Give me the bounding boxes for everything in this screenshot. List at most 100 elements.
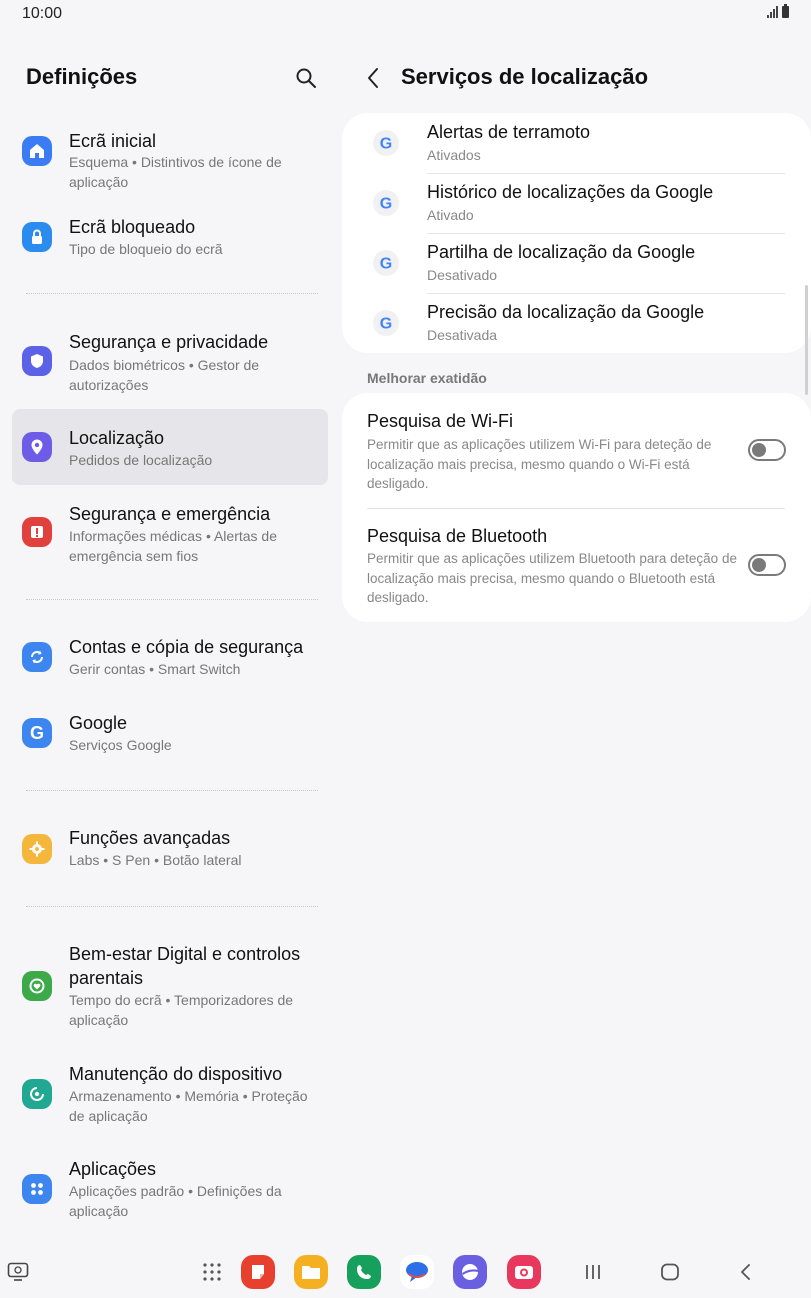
svg-text:G: G xyxy=(380,136,392,153)
location-pin-icon xyxy=(22,432,52,462)
list-item-status: Desativada xyxy=(427,327,498,343)
wifi-scanning-toggle[interactable] xyxy=(748,439,786,461)
menu-item-subtitle: Tempo do ecrã • Temporizadores de aplica… xyxy=(69,992,294,1028)
menu-item-title: Google xyxy=(69,713,128,733)
google-g-icon: G xyxy=(373,310,399,336)
settings-title: Definições xyxy=(26,64,138,89)
shield-icon xyxy=(22,346,52,376)
list-item-location-history[interactable]: G Histórico de localizações da Google At… xyxy=(342,173,811,233)
svg-text:G: G xyxy=(380,316,392,333)
menu-item-home-screen[interactable]: Ecrã inicial Esquema • Distintivos de íc… xyxy=(12,118,328,198)
menu-item-subtitle: Esquema • Distintivos de ícone de aplica… xyxy=(69,154,282,190)
list-item-status: Ativado xyxy=(427,207,474,223)
toggle-knob xyxy=(752,558,766,572)
bluetooth-scanning-toggle[interactable] xyxy=(748,554,786,576)
divider xyxy=(26,599,318,600)
menu-item-subtitle: Aplicações padrão • Definições da aplica… xyxy=(69,1183,282,1219)
back-button-icon[interactable] xyxy=(737,1263,755,1281)
navigation-bar xyxy=(0,1245,811,1298)
gear-plus-icon xyxy=(22,834,52,864)
wellbeing-icon xyxy=(22,971,52,1001)
menu-item-title: Aplicações xyxy=(69,1159,157,1179)
internet-app-icon[interactable] xyxy=(453,1255,487,1289)
divider xyxy=(26,906,318,907)
svg-text:G: G xyxy=(380,256,392,273)
improve-accuracy-card: Pesquisa de Wi-Fi Permitir que as aplica… xyxy=(342,393,811,622)
google-g-icon: G xyxy=(373,190,399,216)
menu-item-subtitle: Gerir contas • Smart Switch xyxy=(69,661,241,677)
menu-item-subtitle: Serviços Google xyxy=(69,737,172,753)
back-arrow-icon[interactable] xyxy=(362,66,386,90)
app-drawer-icon[interactable] xyxy=(202,1262,222,1282)
divider xyxy=(26,293,318,294)
signal-icon xyxy=(767,6,778,18)
menu-item-google[interactable]: G Google Serviços Google xyxy=(12,706,328,766)
separator xyxy=(367,508,785,509)
toggle-item-title: Pesquisa de Bluetooth xyxy=(367,526,548,546)
search-icon[interactable] xyxy=(294,66,318,90)
menu-item-device-care[interactable]: Manutenção do dispositivo Armazenamento … xyxy=(12,1058,328,1138)
menu-item-title: Bem-estar Digital e controlos parentais xyxy=(69,944,301,988)
menu-item-title: Localização xyxy=(69,428,165,448)
toggle-item-description: Permitir que as aplicações utilizem Blue… xyxy=(367,551,737,605)
list-item-title: Precisão da localização da Google xyxy=(427,302,705,322)
device-care-icon xyxy=(22,1079,52,1109)
my-files-app-icon[interactable] xyxy=(294,1255,328,1289)
status-icons xyxy=(767,4,789,18)
list-item-title: Partilha de localização da Google xyxy=(427,242,696,262)
google-services-card: G Alertas de terramoto Ativados G Histór… xyxy=(342,113,811,353)
menu-item-title: Segurança e privacidade xyxy=(69,332,269,352)
phone-app-icon[interactable] xyxy=(347,1255,381,1289)
list-item-earthquake-alerts[interactable]: G Alertas de terramoto Ativados xyxy=(342,113,811,173)
menu-item-title: Funções avançadas xyxy=(69,828,231,848)
list-item-status: Desativado xyxy=(427,267,498,283)
scrollbar[interactable] xyxy=(805,285,808,395)
menu-item-subtitle: Dados biométricos • Gestor de autorizaçõ… xyxy=(69,357,260,393)
svg-text:G: G xyxy=(380,196,392,213)
recent-apps-panel-icon[interactable] xyxy=(7,1262,29,1282)
messages-app-icon[interactable] xyxy=(400,1255,434,1289)
list-item-title: Histórico de localizações da Google xyxy=(427,182,714,202)
notes-app-icon[interactable] xyxy=(241,1255,275,1289)
menu-item-subtitle: Tipo de bloqueio do ecrã xyxy=(69,241,223,257)
divider xyxy=(26,790,318,791)
google-icon: G xyxy=(22,718,52,748)
menu-item-title: Manutenção do dispositivo xyxy=(69,1064,283,1084)
menu-item-subtitle: Pedidos de localização xyxy=(69,452,213,468)
camera-app-icon[interactable] xyxy=(507,1255,541,1289)
toggle-item-title: Pesquisa de Wi-Fi xyxy=(367,411,514,431)
battery-icon xyxy=(782,4,789,18)
toggle-item-description: Permitir que as aplicações utilizem Wi-F… xyxy=(367,437,712,491)
list-item-location-sharing[interactable]: G Partilha de localização da Google Desa… xyxy=(342,233,811,293)
menu-item-title: Ecrã bloqueado xyxy=(69,217,196,237)
menu-item-subtitle: Armazenamento • Memória • Proteção de ap… xyxy=(69,1088,308,1124)
sync-icon xyxy=(22,642,52,672)
list-item-location-accuracy[interactable]: G Precisão da localização da Google Desa… xyxy=(342,293,811,353)
menu-item-title: Segurança e emergência xyxy=(69,504,271,524)
status-time: 10:00 xyxy=(22,5,63,22)
menu-item-title: Ecrã inicial xyxy=(69,131,157,151)
menu-item-advanced-features[interactable]: Funções avançadas Labs • S Pen • Botão l… xyxy=(12,821,328,881)
menu-item-subtitle: Labs • S Pen • Botão lateral xyxy=(69,852,242,868)
home-button-icon[interactable] xyxy=(660,1263,680,1281)
google-g-icon: G xyxy=(373,250,399,276)
menu-item-safety-emergency[interactable]: Segurança e emergência Informações médic… xyxy=(12,496,328,576)
menu-item-accounts-backup[interactable]: Contas e cópia de segurança Gerir contas… xyxy=(12,630,328,690)
lock-icon xyxy=(22,222,52,252)
menu-item-subtitle: Informações médicas • Alertas de emergên… xyxy=(69,528,277,564)
recents-button-icon[interactable] xyxy=(584,1263,602,1281)
menu-item-title: Contas e cópia de segurança xyxy=(69,637,304,657)
menu-item-lock-screen[interactable]: Ecrã bloqueado Tipo de bloqueio do ecrã xyxy=(12,210,328,270)
toggle-knob xyxy=(752,443,766,457)
list-item-title: Alertas de terramoto xyxy=(427,122,591,142)
status-bar: 10:00 xyxy=(0,0,811,28)
emergency-icon xyxy=(22,517,52,547)
list-item-status: Ativados xyxy=(427,147,481,163)
google-g-icon: G xyxy=(373,130,399,156)
menu-item-location[interactable]: Localização Pedidos de localização xyxy=(12,409,328,485)
menu-item-security-privacy[interactable]: Segurança e privacidade Dados biométrico… xyxy=(12,324,328,404)
menu-item-apps[interactable]: Aplicações Aplicações padrão • Definiçõe… xyxy=(12,1153,328,1233)
section-label: Melhorar exatidão xyxy=(367,370,487,386)
menu-item-digital-wellbeing[interactable]: Bem-estar Digital e controlos parentais … xyxy=(12,940,328,1040)
home-icon xyxy=(22,136,52,166)
